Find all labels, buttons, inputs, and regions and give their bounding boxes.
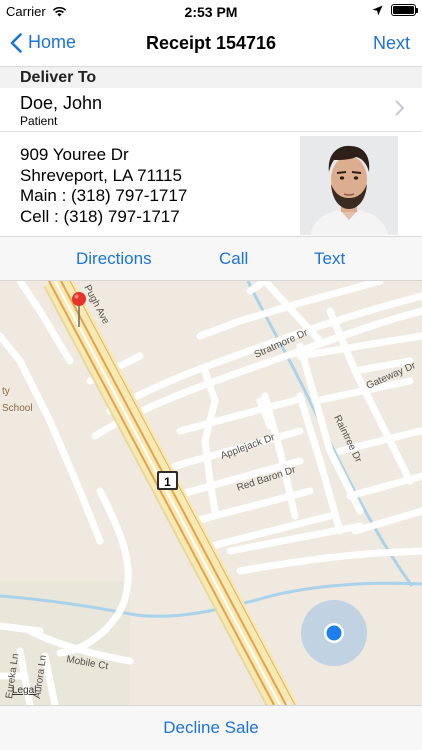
action-bar: Directions Call Text [0, 236, 422, 281]
status-time: 2:53 PM [184, 4, 238, 20]
school-label-line-2: School [2, 403, 33, 414]
battery-icon [391, 4, 418, 16]
directions-button[interactable]: Directions [76, 249, 152, 269]
chevron-right-icon [395, 100, 404, 116]
text-button[interactable]: Text [314, 249, 345, 269]
location-arrow-icon [372, 5, 383, 15]
next-button[interactable]: Next [373, 33, 410, 54]
section-header-label: Deliver To [20, 69, 97, 86]
status-right [372, 4, 418, 16]
main-phone: Main : (318) 797-1717 [20, 186, 188, 205]
patient-name: Doe, John [20, 93, 103, 113]
decline-sale-button[interactable]: Decline Sale [0, 718, 422, 738]
patient-role: Patient [20, 114, 58, 128]
cell-phone: Cell : (318) 797-1717 [20, 206, 180, 226]
highway-shield-icon: 1 [157, 471, 178, 490]
address-line-1: 909 Youree Dr [20, 145, 129, 164]
status-bar: Carrier 2:53 PM [0, 0, 422, 24]
address-block: 909 Youree Dr Shreveport, LA 71115 Main … [20, 145, 187, 227]
highway-shield-number: 1 [164, 475, 171, 489]
school-label-line-1: ty [2, 386, 10, 397]
patient-row[interactable]: Doe, John Patient [0, 88, 422, 132]
page-title: Receipt 154716 [145, 33, 277, 53]
address-line-2: Shreveport, LA 71115 [20, 165, 182, 185]
legal-link[interactable]: Legal [12, 685, 36, 696]
navigation-bar: Home Receipt 154716 Next [0, 24, 422, 66]
section-header: Deliver To [0, 66, 422, 88]
bottom-bar: Decline Sale [0, 705, 422, 750]
patient-photo [300, 136, 398, 235]
call-button[interactable]: Call [219, 249, 248, 269]
current-location-icon[interactable] [301, 600, 367, 666]
map-view[interactable]: Pugh Ave Stratmore Dr Gateway Dr Raintre… [0, 281, 422, 705]
